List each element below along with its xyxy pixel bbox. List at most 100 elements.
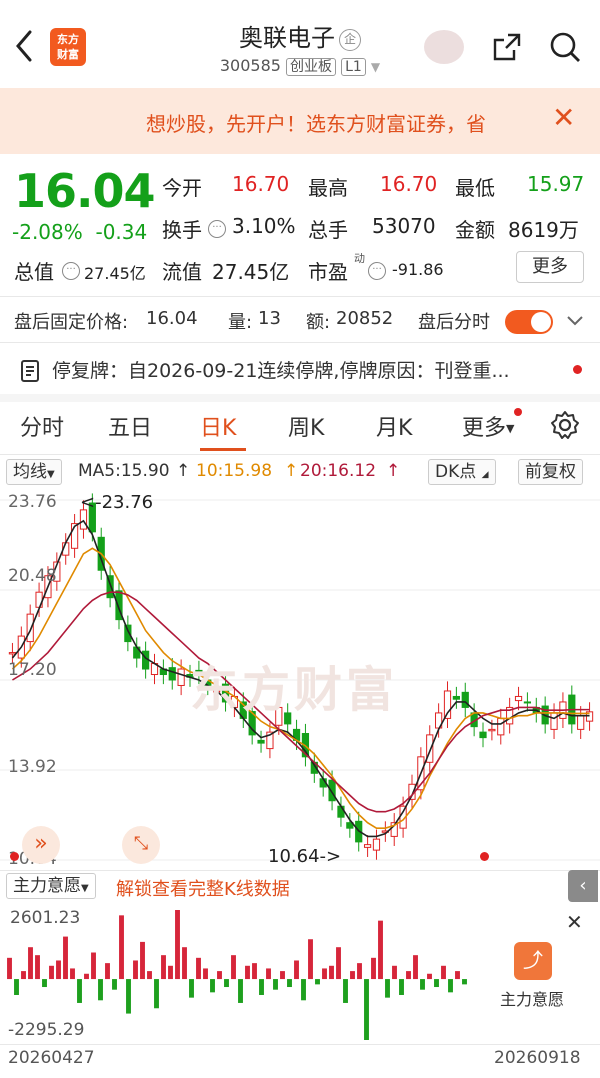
float-value: 27.45亿 [212,260,290,284]
divider [0,1044,600,1045]
candle [550,712,558,730]
fund-bar [203,968,208,980]
event-dot[interactable] [480,852,489,861]
tab-more[interactable]: 更多▼ [462,410,514,442]
close-icon[interactable]: ✕ [552,104,575,132]
end-date: 20260918 [494,1048,581,1068]
document-icon [21,360,39,382]
fund-bar [14,979,19,995]
fund-bar [441,965,446,980]
volume-label: 总手 [308,218,348,242]
dk-point-button[interactable]: DK点 ◢ [428,459,496,485]
more-button[interactable]: 更多 [516,251,584,283]
fund-select[interactable]: 主力意愿▼ [6,873,96,899]
candle [363,844,372,848]
pe-label: 市盈 [308,260,348,284]
fund-bar [210,979,215,993]
candle [514,695,523,702]
fund-intent-label: 主力意愿 [500,990,565,1009]
ma-select[interactable]: 均线▼ [6,459,62,485]
y-tick-label: 13.92 [8,757,57,777]
fund-bar [217,971,222,980]
candle [497,717,505,736]
fund-bar [21,971,26,980]
close-icon[interactable]: ✕ [566,910,583,934]
gear-icon[interactable] [550,410,580,440]
unlock-link[interactable]: 解锁查看完整K线数据 [116,875,290,901]
afterhours-price: 16.04 [146,308,198,329]
fund-bar [126,979,131,1014]
fund-bar [329,965,334,980]
period-tabs: 分时 五日 日K 周K 月K 更多▼ [0,398,600,454]
fund-bar [147,971,152,980]
start-date: 20260427 [8,1048,95,1068]
afterhours-toggle[interactable] [505,310,553,334]
fund-bar [336,947,341,980]
event-dot[interactable] [10,852,19,861]
fund-bar [84,973,89,980]
afterhours-qty-label: 量: [228,312,253,333]
tab-weekly-k[interactable]: 周K [288,410,324,442]
fund-bar [7,957,12,980]
min-price-label: 10.64-> [268,846,342,867]
candle [177,668,185,686]
suspension-notice[interactable]: 停复牌：自2026-09-21连续停牌,停牌原因：刊登重... [52,356,562,383]
y-tick-label: 20.48 [8,566,57,586]
tab-monthly-k[interactable]: 月K [376,410,412,442]
fund-bar: 主力意愿▼ 解锁查看完整K线数据 ‹ [0,870,600,902]
high-label: 最高 [308,176,348,200]
fund-intent-panel[interactable]: ⤴ 主力意愿 [476,920,600,1020]
candle [577,715,585,730]
tab-more-dot [514,408,522,416]
collapse-icon[interactable]: ‹ [568,870,598,902]
fund-bar [420,979,425,990]
fund-bar [42,979,47,988]
open-value: 16.70 [232,172,290,196]
fund-bar [448,979,453,993]
avatar[interactable] [424,30,464,64]
fund-bar [322,968,327,980]
y-tick-label: 23.76 [8,492,57,512]
tab-daily-k[interactable]: 日K [200,410,236,442]
fund-bar [91,952,96,980]
expand-icon[interactable]: » [22,826,60,864]
adjust-button[interactable]: 前复权 [518,459,583,485]
divider [0,296,600,297]
candle [337,805,345,818]
banner-text[interactable]: 想炒股，先开户！选东方财富证券，省 [146,108,538,137]
tab-fiveday[interactable]: 五日 [108,410,152,442]
chevron-down-icon[interactable] [566,314,584,328]
fund-bar [63,936,68,980]
info-icon[interactable]: ··· [208,220,226,238]
fund-bar [133,960,138,980]
high-value: 16.70 [380,172,438,196]
fund-bar [224,979,229,988]
fund-bar [371,957,376,980]
afterhours-amt-label: 额: [306,312,331,333]
fund-bar [168,965,173,980]
candle [461,691,469,708]
fund-bar [98,979,103,1001]
search-icon[interactable] [548,30,582,64]
price-change: -2.08% -0.34 [12,220,148,244]
y-tick-label: 17.20 [8,660,57,680]
low-label: 最低 [455,176,495,200]
fund-bar [315,979,320,985]
info-icon[interactable]: ··· [62,262,80,280]
chart-icon: ⤴ [514,942,552,980]
pe-value: -91.86 [392,260,444,279]
info-icon[interactable]: ··· [368,262,386,280]
tab-timeshare[interactable]: 分时 [20,410,64,442]
share-icon[interactable] [492,32,522,62]
fund-bar [231,955,236,980]
candle [523,701,532,704]
fullscreen-icon[interactable]: ⤡ [122,826,160,864]
candle [479,731,487,739]
open-label: 今开 [162,176,202,200]
mktcap-label: 总值 [14,260,54,284]
amount-value: 8619万 [508,218,579,242]
fund-bar [462,979,467,985]
fund-bar [56,960,61,980]
ma-bar: 均线▼ MA5:15.90 ↑ 10:15.98 ↑ 20:16.12 ↑ DK… [0,458,600,486]
afterhours-qty: 13 [258,308,281,329]
